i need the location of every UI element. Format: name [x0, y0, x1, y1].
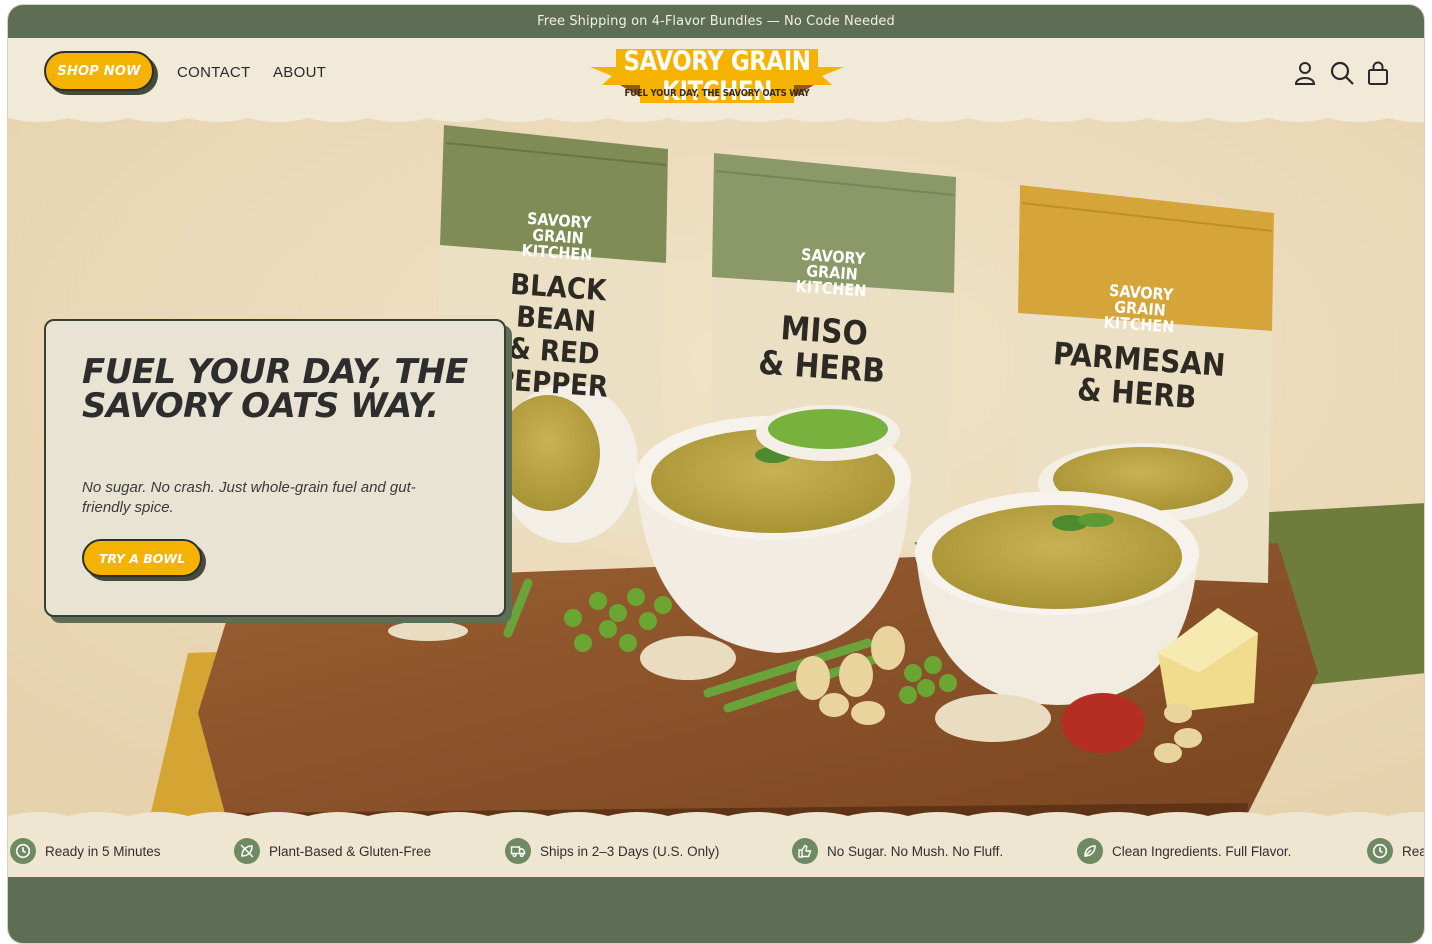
pouch-1-brand: SAVORY GRAIN KITCHEN	[496, 209, 619, 265]
feature-label: Ships in 2–3 Days (U.S. Only)	[540, 843, 720, 859]
announcement-text: Free Shipping on 4-Flavor Bundles — No C…	[537, 14, 895, 29]
footer-band	[8, 877, 1424, 943]
feature-label: Plant-Based & Gluten-Free	[269, 843, 432, 859]
feature-no-sugar: No Sugar. No Mush. No Fluff.	[792, 838, 1003, 864]
feature-label: Clean Ingredients. Full Flavor.	[1112, 843, 1292, 859]
pouch-3-brand: SAVORY GRAIN KITCHEN	[1078, 281, 1201, 337]
hero-card: FUEL YOUR DAY, THE SAVORY OATS WAY. No s…	[44, 319, 506, 617]
truck-icon	[505, 838, 531, 864]
search-icon[interactable]	[1329, 60, 1355, 86]
page-frame: Free Shipping on 4-Flavor Bundles — No C…	[7, 4, 1425, 944]
feature-shipping: Ships in 2–3 Days (U.S. Only)	[505, 838, 719, 864]
hero-title: FUEL YOUR DAY, THE SAVORY OATS WAY.	[82, 352, 468, 426]
nav-contact-link[interactable]: CONTACT	[177, 64, 250, 81]
nav-about-link[interactable]: ABOUT	[273, 64, 326, 81]
announcement-bar: Free Shipping on 4-Flavor Bundles — No C…	[8, 5, 1424, 38]
pouch-2-brand: SAVORY GRAIN KITCHEN	[770, 245, 893, 301]
header-wave-divider	[8, 107, 1424, 122]
shop-now-button[interactable]: SHOP NOW	[44, 51, 154, 91]
logo-tagline: FUEL YOUR DAY, THE SAVORY OATS WAY	[624, 88, 810, 99]
feature-label: No Sugar. No Mush. No Fluff.	[827, 843, 1004, 859]
feature-ready-5-minutes: Ready in 5 Minutes	[10, 838, 161, 864]
pouch-3-flavor: PARMESAN & HERB	[1046, 336, 1230, 417]
try-a-bowl-button[interactable]: TRY A BOWL	[82, 539, 202, 577]
leaf-slash-icon	[234, 838, 260, 864]
thumbs-up-icon	[792, 838, 818, 864]
chili-flakes	[1061, 693, 1145, 753]
feature-plant-based: Plant-Based & Gluten-Free	[234, 838, 431, 864]
bowl-peas	[756, 405, 900, 461]
feature-label: Ready in 5 Minutes	[45, 843, 161, 859]
features-strip: Ready in 5 Minutes Plant-Based & Gluten-…	[8, 825, 1424, 877]
hero-subtitle: No sugar. No crash. Just whole-grain fue…	[82, 479, 416, 516]
brand-logo[interactable]: SAVORY GRAIN KITCHEN FUEL YOUR DAY, THE …	[590, 47, 844, 107]
feature-clean-ingredients: Clean Ingredients. Full Flavor.	[1077, 838, 1291, 864]
clock-icon	[1367, 838, 1393, 864]
clock-icon	[10, 838, 36, 864]
hero-wave-divider	[8, 812, 1424, 827]
feature-label: Rea	[1402, 843, 1424, 859]
account-icon[interactable]	[1292, 60, 1318, 86]
cart-icon[interactable]	[1365, 60, 1391, 86]
leaf-icon	[1077, 838, 1103, 864]
pouch-2-flavor: MISO & HERB	[746, 308, 901, 390]
feature-ready-repeat: Rea	[1367, 838, 1424, 864]
